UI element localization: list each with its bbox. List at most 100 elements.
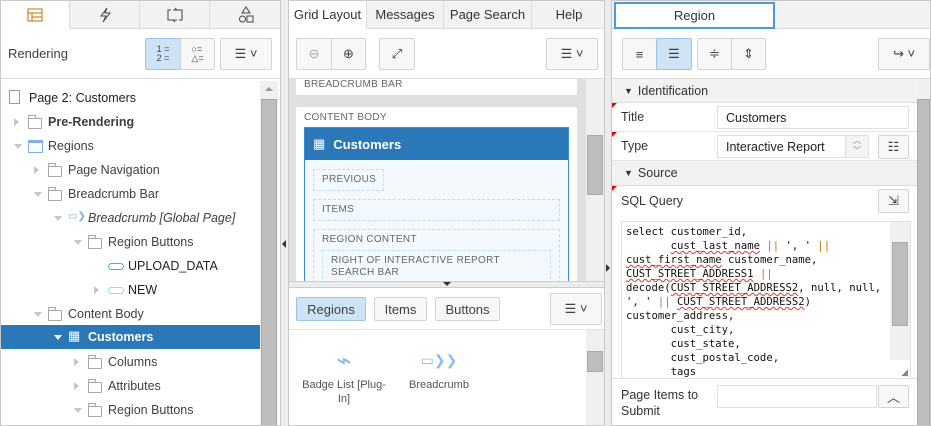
lines-icon: ≡ — [635, 46, 644, 62]
collapse-down-icon[interactable] — [443, 282, 451, 286]
gallery-item-label: Breadcrumb — [409, 379, 469, 391]
collapse-all-button[interactable]: ≑ — [697, 38, 732, 70]
tab-region[interactable]: Region — [614, 2, 775, 29]
rendering-toolbar: Rendering 1 = 2 = ○= △= ☰ ˅ — [1, 29, 280, 79]
title-input[interactable]: Customers — [717, 106, 909, 129]
tab-help[interactable]: Help — [532, 1, 604, 29]
expand-node-icon[interactable] — [14, 118, 19, 126]
go-to-group-button[interactable]: ↪ ˅ — [878, 38, 930, 70]
tab-page-search[interactable]: Page Search — [444, 1, 532, 29]
page-items-input[interactable] — [717, 385, 877, 408]
slot-region-content-label: REGION CONTENT — [322, 234, 417, 245]
scroll-up-icon[interactable] — [265, 87, 273, 91]
resize-handle-icon[interactable]: ◢ — [901, 367, 908, 378]
collapse-right-icon[interactable] — [606, 264, 610, 272]
expand-icon: ⤢ — [391, 46, 403, 61]
layout-menu-button[interactable]: ☰ ˅ — [546, 38, 598, 70]
gallery-tab-buttons[interactable]: Buttons — [435, 297, 500, 321]
tree-node[interactable]: UPLOAD_DATA — [1, 254, 260, 278]
tree-scrollbar[interactable] — [260, 81, 278, 425]
property-scrollbar-thumb[interactable] — [917, 99, 930, 425]
collapse-node-icon[interactable] — [74, 408, 82, 413]
collapse-node-icon[interactable] — [74, 240, 82, 245]
tab-messages[interactable]: Messages — [367, 1, 444, 29]
tree-node[interactable]: Content Body — [1, 302, 260, 326]
sql-scrollbar-thumb[interactable] — [892, 242, 908, 326]
slot-items[interactable]: ITEMS — [313, 199, 560, 221]
collapse-node-icon[interactable] — [14, 144, 22, 149]
zoom-out-button[interactable]: ⊖ — [296, 38, 332, 70]
canvas-scrollbar-thumb[interactable] — [587, 135, 603, 195]
gallery-tab-items[interactable]: Items — [374, 297, 427, 321]
section-title: Source — [637, 166, 678, 180]
collapse-left-icon[interactable] — [282, 240, 286, 248]
canvas-scrollbar[interactable] — [586, 79, 604, 281]
bullet-list-icon: ☷ — [887, 139, 900, 154]
collapse-node-icon[interactable] — [34, 192, 42, 197]
gallery-scrollbar[interactable] — [586, 330, 604, 425]
expand-button[interactable]: ⤢ — [379, 38, 415, 70]
interactive-report-icon: ▦ — [68, 328, 81, 343]
gallery-item-breadcrumb[interactable]: ▭❯❯ Breadcrumb — [394, 346, 484, 392]
prop-title: Title Customers — [612, 103, 917, 132]
tree-node[interactable]: Page Navigation — [1, 158, 260, 182]
breadcrumb-bar-position[interactable]: BREADCRUMB BAR — [296, 79, 577, 95]
zoom-in-button[interactable]: ⊕ — [331, 38, 366, 70]
tree-node[interactable]: Region Buttons — [1, 230, 260, 254]
group-by-type-button[interactable]: ○= △= — [180, 38, 215, 70]
code-editor-button[interactable]: ⇲ — [878, 189, 909, 213]
expand-node-icon[interactable] — [74, 358, 79, 366]
section-identification[interactable]: ▼ Identification — [612, 79, 917, 103]
collapse-section-icon: ▼ — [624, 85, 633, 96]
tree-node[interactable]: Region Buttons — [1, 398, 260, 422]
sql-query-textarea[interactable]: select customer_id, cust_last_name || ',… — [621, 221, 911, 379]
gallery-tab-regions[interactable]: Regions — [296, 297, 366, 321]
sql-scrollbar[interactable] — [890, 222, 910, 360]
type-list-button[interactable]: ☷ — [878, 135, 909, 159]
gallery-item-badge-list[interactable]: ⌁ Badge List [Plug-In] — [299, 346, 389, 406]
show-all-button[interactable]: ☰ — [656, 38, 692, 70]
expand-node-icon[interactable] — [94, 286, 99, 294]
tab-processing[interactable] — [140, 1, 210, 29]
tab-grid-layout[interactable]: Grid Layout — [289, 1, 367, 29]
customers-region[interactable]: ▦ Customers PREVIOUS ITEMS REGION CONTEN… — [304, 127, 569, 281]
folder-open-icon — [88, 403, 102, 417]
expand-all-button[interactable]: ⇕ — [731, 38, 766, 70]
tree-node[interactable]: Pre-Rendering — [1, 110, 260, 134]
tree-node[interactable]: ▭❯ Breadcrumb [Global Page] — [1, 206, 260, 230]
expand-node-icon[interactable] — [74, 382, 79, 390]
tab-dynamic-actions[interactable] — [70, 1, 140, 29]
expand-node-icon[interactable] — [34, 166, 39, 174]
slot-previous[interactable]: PREVIOUS — [313, 169, 384, 191]
tree-node[interactable]: Breadcrumb Bar — [1, 182, 260, 206]
section-title: Identification — [637, 83, 709, 98]
content-body-position[interactable]: CONTENT BODY ▦ Customers PREVIOUS ITEMS … — [296, 107, 577, 281]
tree-menu-button[interactable]: ☰ ˅ — [220, 38, 272, 70]
property-scrollbar[interactable] — [917, 79, 930, 425]
gallery-menu-button[interactable]: ☰ ˅ — [550, 293, 602, 325]
tree-node[interactable]: ▦ Customers — [1, 325, 260, 349]
left-splitter[interactable] — [281, 0, 288, 426]
component-view-button[interactable]: 1 = 2 = — [145, 38, 181, 70]
page-items-picker-button[interactable]: ︿ — [878, 385, 909, 408]
tab-rendering[interactable] — [1, 1, 70, 29]
tree-node[interactable]: Attributes — [1, 374, 260, 398]
tree-node[interactable]: NEW — [1, 278, 260, 302]
section-source[interactable]: ▼ Source — [612, 161, 917, 186]
collapse-node-icon[interactable] — [34, 312, 42, 317]
collapse-node-icon[interactable] — [54, 335, 62, 340]
prop-label: Page Items to Submit — [621, 388, 699, 418]
tab-shared-components[interactable] — [210, 1, 280, 29]
show-common-button[interactable]: ≡ — [622, 38, 657, 70]
gallery-scrollbar-thumb[interactable] — [587, 351, 603, 372]
slot-region-content[interactable]: REGION CONTENT RIGHT OF INTERACTIVE REPO… — [313, 229, 560, 281]
type-select[interactable]: Interactive Report ︿ ﹀ — [717, 135, 869, 158]
tree-node[interactable]: Page 2: Customers — [1, 86, 260, 110]
content-body-label: CONTENT BODY — [304, 112, 387, 123]
tree-node[interactable]: Regions — [1, 134, 260, 158]
slot-right-of-search-bar[interactable]: RIGHT OF INTERACTIVE REPORT SEARCH BAR — [322, 250, 551, 281]
horizontal-splitter[interactable] — [289, 281, 604, 288]
tree-scrollbar-thumb[interactable] — [261, 99, 277, 425]
collapse-node-icon[interactable] — [54, 216, 62, 221]
tree-node[interactable]: Columns — [1, 350, 260, 374]
